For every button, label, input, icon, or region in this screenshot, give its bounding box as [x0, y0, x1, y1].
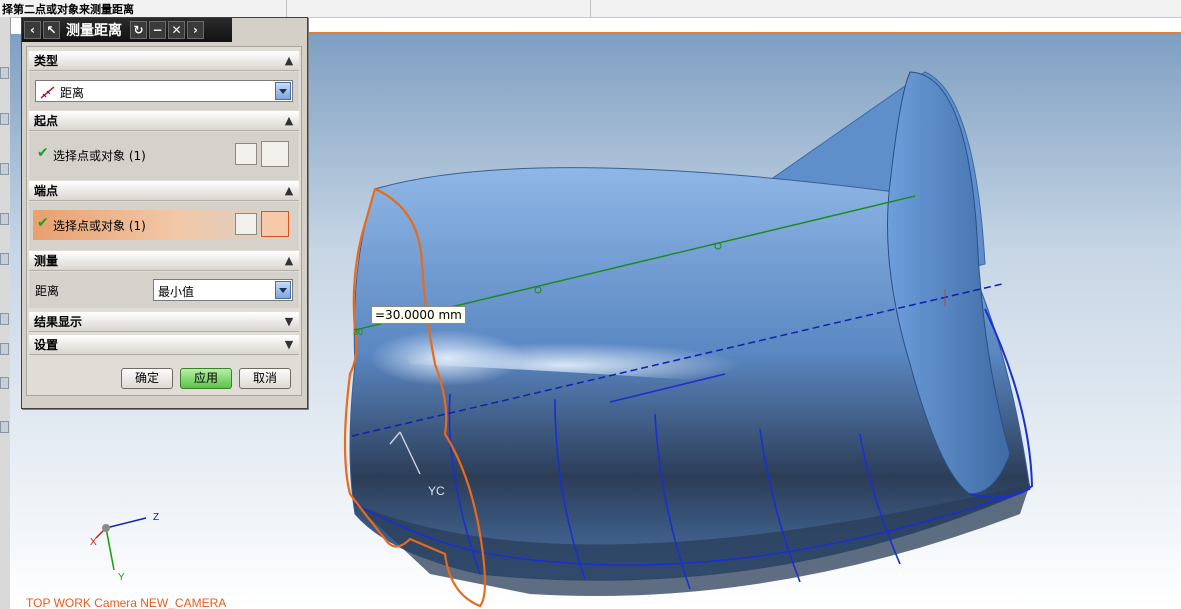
section-type-label: 类型 [34, 54, 59, 68]
section-start-header[interactable]: 起点 ▲ [29, 111, 299, 131]
dropdown-arrow-icon[interactable] [275, 82, 291, 100]
section-start-panel: ✔ 选择点或对象 (1) [29, 132, 299, 180]
type-value: 距离 [60, 86, 85, 100]
point-dialog-icon[interactable] [235, 213, 257, 235]
toolbar-icon[interactable] [0, 163, 9, 175]
section-result-label: 结果显示 [34, 315, 83, 329]
section-settings-header[interactable]: 设置 ▼ [29, 335, 299, 355]
dialog-titlebar[interactable]: ‹ ↖ 测量距离 ↻ − ✕ › [22, 18, 232, 42]
section-settings-label: 设置 [34, 338, 59, 352]
section-end-label: 端点 [34, 184, 59, 198]
section-start-label: 起点 [34, 114, 59, 128]
toolbar-icon[interactable] [0, 313, 9, 325]
section-type-header[interactable]: 类型 ▲ [29, 51, 299, 71]
distance-icon [40, 86, 55, 99]
next-arrow-icon[interactable]: › [187, 21, 204, 39]
prev-arrow-icon[interactable]: ‹ [24, 21, 41, 39]
toolbar-icon[interactable] [0, 421, 9, 433]
status-divider [286, 0, 287, 17]
section-end-header[interactable]: 端点 ▲ [29, 181, 299, 201]
close-icon[interactable]: ✕ [168, 21, 185, 39]
section-measure-label: 测量 [34, 254, 59, 268]
section-result-header[interactable]: 结果显示 ▼ [29, 312, 299, 332]
section-measure-header[interactable]: 测量 ▲ [29, 251, 299, 271]
chevron-down-icon[interactable]: ▼ [281, 314, 297, 329]
section-end-panel: ✔ 选择点或对象 (1) [29, 202, 299, 250]
chevron-up-icon[interactable]: ▲ [281, 113, 297, 128]
chevron-up-icon[interactable]: ▲ [281, 253, 297, 268]
yc-label: YC [428, 484, 445, 498]
chevron-up-icon[interactable]: ▲ [281, 183, 297, 198]
ok-button[interactable]: 确定 [121, 368, 173, 389]
status-divider [590, 0, 591, 17]
inferred-point-icon[interactable] [261, 211, 289, 237]
collapse-icon[interactable]: − [149, 21, 166, 39]
dialog-body: 类型 ▲ 距离 起点 ▲ ✔ 选择点或对象 (1) 端点 ▲ ✔ 选择点或对象 … [26, 46, 302, 396]
status-bar: 择第二点或对象来测量距离 [0, 0, 1181, 18]
distance-mode-value: 最小值 [158, 285, 195, 299]
tick-label: 30 [353, 327, 363, 337]
distance-readout: =30.0000 mm [371, 306, 466, 324]
distance-mode-dropdown[interactable]: 最小值 [153, 279, 293, 301]
toolbar-icon[interactable] [0, 213, 9, 225]
end-point-selector[interactable]: ✔ 选择点或对象 (1) [33, 210, 295, 240]
triad-y-label: Y [118, 572, 125, 583]
triad-z-label: Z [153, 512, 160, 523]
view-border [230, 32, 1181, 34]
apply-button[interactable]: 应用 [180, 368, 232, 389]
distance-label: 距离 [35, 284, 60, 298]
point-dialog-icon[interactable] [235, 143, 257, 165]
camera-name: TOP WORK Camera NEW_CAMERA [26, 596, 227, 609]
start-select-text: 选择点或对象 (1) [53, 149, 146, 163]
inferred-point-icon[interactable] [261, 141, 289, 167]
toolbar-icon[interactable] [0, 343, 9, 355]
toolbar-icon[interactable] [0, 67, 9, 79]
section-measure-panel: 距离 最小值 [29, 272, 299, 308]
cancel-button[interactable]: 取消 [239, 368, 291, 389]
reset-icon[interactable]: ↻ [130, 21, 147, 39]
check-icon: ✔ [37, 145, 49, 161]
toolbar-icon[interactable] [0, 253, 9, 265]
status-prompt: 择第二点或对象来测量距离 [2, 3, 134, 16]
triad-x-label: X [90, 537, 97, 548]
start-point-selector[interactable]: ✔ 选择点或对象 (1) [33, 140, 295, 170]
dialog-title: 测量距离 [66, 23, 122, 39]
measure-distance-dialog: ‹ ↖ 测量距离 ↻ − ✕ › 类型 ▲ 距离 起点 ▲ ✔ 选择点或对象 (… [21, 17, 308, 409]
chevron-down-icon[interactable]: ▼ [281, 337, 297, 352]
pin-icon[interactable]: ↖ [43, 21, 60, 39]
chevron-up-icon[interactable]: ▲ [281, 53, 297, 68]
type-dropdown[interactable]: 距离 [35, 80, 293, 102]
section-type-panel: 距离 [29, 72, 299, 110]
check-icon: ✔ [37, 215, 49, 231]
end-select-text: 选择点或对象 (1) [53, 219, 146, 233]
dropdown-arrow-icon[interactable] [275, 281, 291, 299]
toolbar-icon[interactable] [0, 113, 9, 125]
toolbar-icon[interactable] [0, 377, 9, 389]
